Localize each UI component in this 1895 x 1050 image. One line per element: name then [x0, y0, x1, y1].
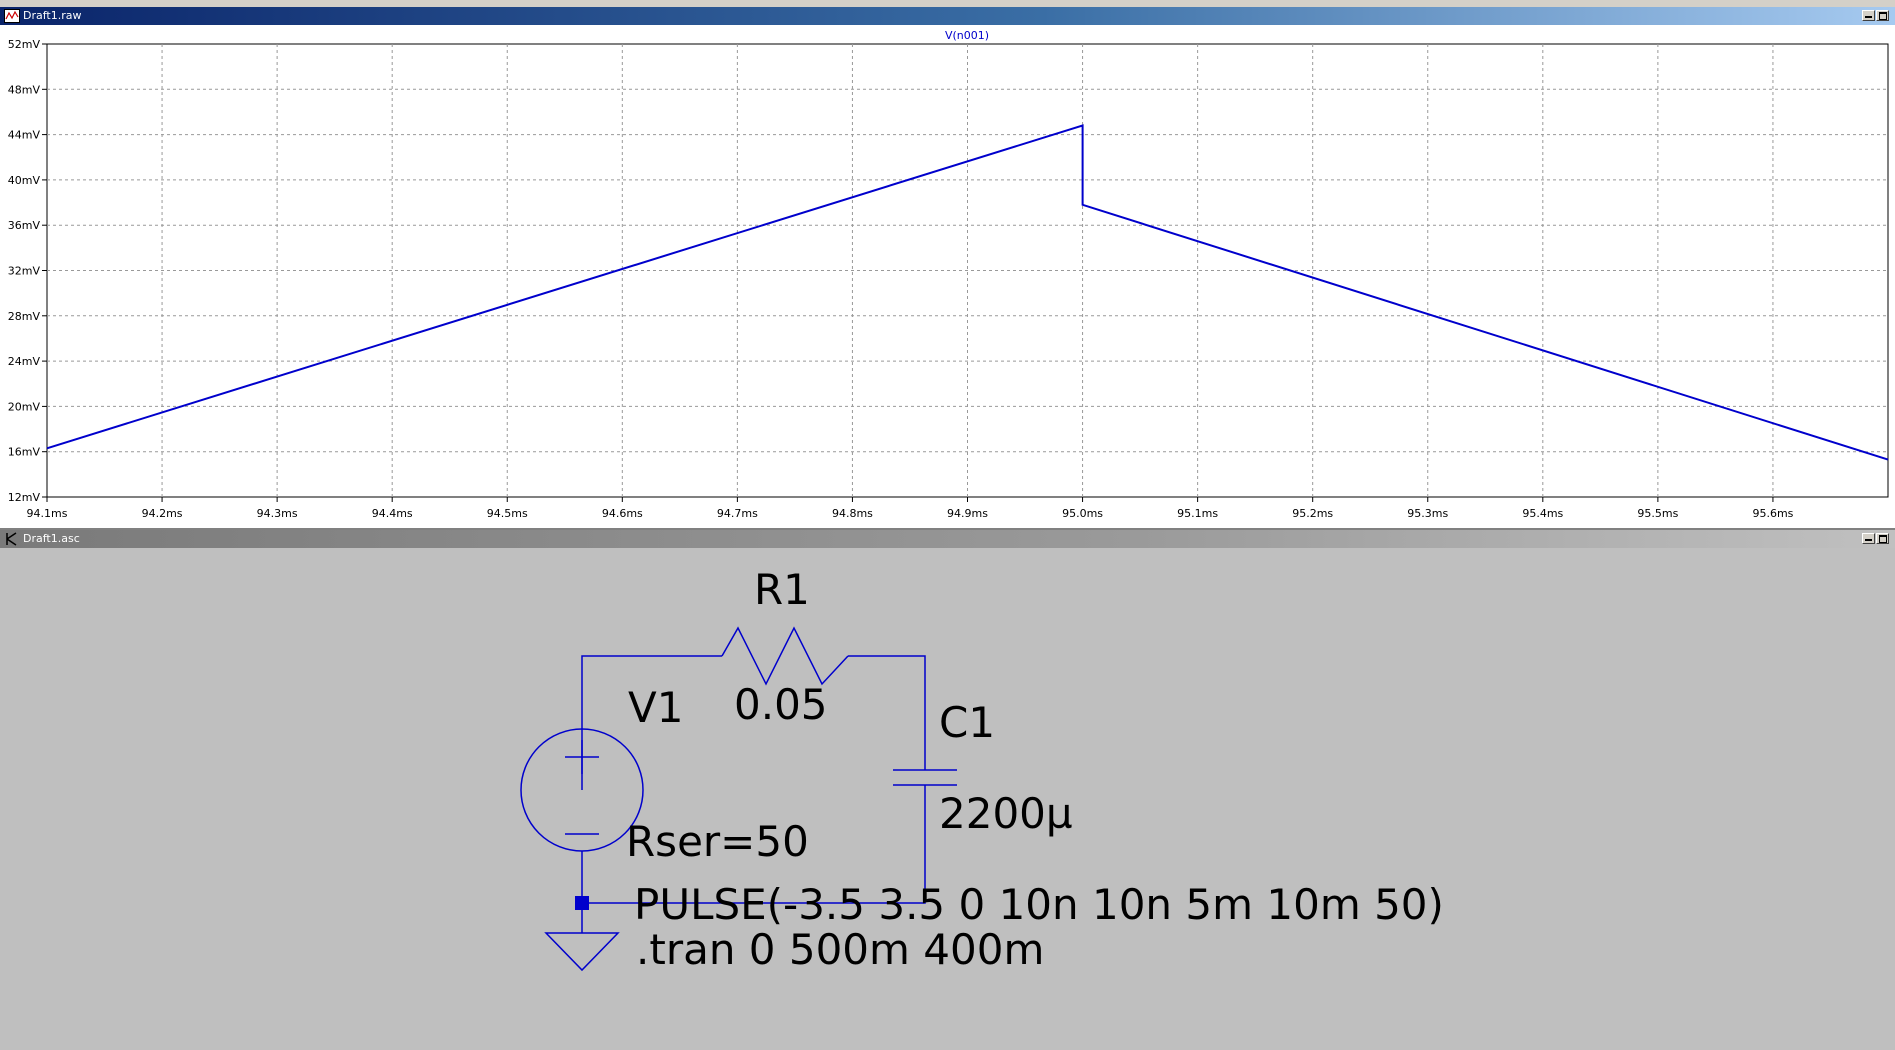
- y-tick-label: 24mV: [8, 355, 41, 368]
- x-tick-label: 95.3ms: [1407, 507, 1448, 520]
- y-tick-label: 48mV: [8, 83, 41, 96]
- y-tick-label: 12mV: [8, 491, 41, 504]
- waveform-titlebar[interactable]: Draft1.raw: [0, 7, 1895, 25]
- x-tick-label: 95.1ms: [1177, 507, 1218, 520]
- y-tick-label: 28mV: [8, 310, 41, 323]
- schematic-window-icon: [6, 532, 17, 546]
- capacitor-value-label[interactable]: 2200µ: [939, 789, 1073, 838]
- x-tick-label: 94.7ms: [717, 507, 758, 520]
- maximize-button[interactable]: [1876, 533, 1889, 544]
- x-tick-label: 94.3ms: [257, 507, 298, 520]
- resistor-ref-label[interactable]: R1: [754, 565, 810, 614]
- x-tick-label: 94.5ms: [487, 507, 528, 520]
- y-axis: 12mV 16mV 20mV 24mV 28mV 32mV 36mV 40mV 44mV 48mV…: [8, 38, 47, 504]
- minimize-button[interactable]: [1862, 533, 1875, 544]
- ground-node-junction[interactable]: [575, 896, 589, 910]
- waveform-window-icon: [4, 9, 20, 23]
- x-tick-label: 95.4ms: [1522, 507, 1563, 520]
- y-tick-label: 32mV: [8, 265, 41, 278]
- schematic-canvas[interactable]: R1 0.05 V1 C1 2200µ Rser=50 PULSE(-3.5 3…: [0, 550, 1895, 1050]
- y-tick-label: 40mV: [8, 174, 41, 187]
- x-tick-label: 94.9ms: [947, 507, 988, 520]
- waveform-window-title: Draft1.raw: [23, 9, 82, 22]
- resistor-value-label[interactable]: 0.05: [734, 680, 828, 729]
- capacitor-ref-label[interactable]: C1: [939, 698, 995, 747]
- wire-top-right[interactable]: [848, 655, 926, 770]
- x-tick-label: 94.4ms: [372, 507, 413, 520]
- y-tick-label: 36mV: [8, 219, 41, 232]
- maximize-button[interactable]: [1876, 10, 1889, 21]
- schematic-window-title: Draft1.asc: [23, 532, 80, 545]
- ground-icon[interactable]: [544, 932, 620, 972]
- source-pulse-label[interactable]: PULSE(-3.5 3.5 0 10n 10n 5m 10m 50): [634, 880, 1444, 929]
- y-tick-label: 16mV: [8, 446, 41, 459]
- resistor-r1-symbol[interactable]: [721, 626, 849, 686]
- waveform-window: Draft1.raw 12mV 16mV 20mV 24mV 28mV 32mV 36mV 4…: [0, 0, 1895, 528]
- x-tick-label: 94.8ms: [832, 507, 873, 520]
- source-ref-label[interactable]: V1: [628, 683, 683, 732]
- y-tick-label: 52mV: [8, 38, 41, 51]
- trace-name-label[interactable]: V(n001): [945, 29, 989, 42]
- x-tick-label: 94.2ms: [142, 507, 183, 520]
- x-tick-label: 95.2ms: [1292, 507, 1333, 520]
- x-tick-label: 94.1ms: [27, 507, 68, 520]
- x-tick-label: 94.6ms: [602, 507, 643, 520]
- y-tick-label: 20mV: [8, 400, 41, 413]
- x-tick-label: 95.0ms: [1062, 507, 1103, 520]
- x-axis: 94.1ms 94.2ms 94.3ms 94.4ms 94.5ms 94.6ms 94.7…: [27, 497, 1794, 520]
- source-rser-label[interactable]: Rser=50: [626, 817, 809, 866]
- schematic-titlebar[interactable]: Draft1.asc: [0, 530, 1895, 548]
- tran-directive-label[interactable]: .tran 0 500m 400m: [636, 925, 1044, 974]
- schematic-window: Draft1.asc R1 0.05 V1 C1 2200µ Rser=50 P…: [0, 528, 1895, 1050]
- waveform-plot[interactable]: 12mV 16mV 20mV 24mV 28mV 32mV 36mV 40mV 44mV 48mV…: [0, 25, 1895, 528]
- x-tick-label: 95.5ms: [1637, 507, 1678, 520]
- y-tick-label: 44mV: [8, 129, 41, 142]
- minimize-button[interactable]: [1862, 10, 1875, 21]
- x-tick-label: 95.6ms: [1752, 507, 1793, 520]
